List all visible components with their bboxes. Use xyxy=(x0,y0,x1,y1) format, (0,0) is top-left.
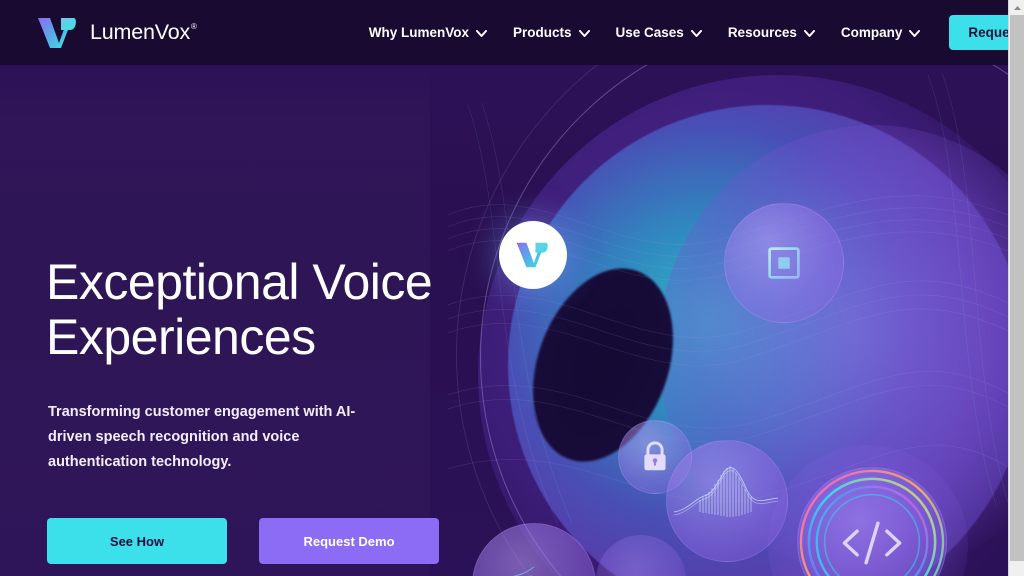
chevron-down-icon xyxy=(909,30,921,37)
top-navigation-bar: LumenVox® Why LumenVox Products Use Case… xyxy=(0,0,1008,65)
nav-item-use-cases[interactable]: Use Cases xyxy=(603,19,715,46)
hero-section: Exceptional Voice Experiences Transformi… xyxy=(0,65,1008,576)
vertical-scrollbar[interactable] xyxy=(1008,0,1024,576)
nav-item-label: Why LumenVox xyxy=(368,25,469,40)
chevron-down-icon xyxy=(690,30,702,37)
nav-item-label: Products xyxy=(512,25,572,40)
nav-item-label: Company xyxy=(840,25,903,40)
brand-trademark: ® xyxy=(191,21,197,31)
nav-links: Why LumenVox Products Use Cases Resource… xyxy=(356,15,1008,50)
scrollbar-thumb[interactable] xyxy=(1010,15,1024,561)
request-demo-button[interactable]: Request Demo xyxy=(259,518,439,564)
cpu-chip-icon xyxy=(761,240,807,286)
audio-waveform-icon xyxy=(667,441,787,561)
scroll-up-arrow-icon[interactable] xyxy=(1009,0,1024,15)
padlock-icon xyxy=(640,440,670,474)
nav-request-demo-button[interactable]: Request Demo xyxy=(949,15,1008,50)
brand-logo[interactable]: LumenVox® xyxy=(36,16,197,50)
hero-artwork xyxy=(448,65,1008,576)
page-title: Exceptional Voice Experiences xyxy=(46,254,433,365)
waveform-bubble[interactable] xyxy=(666,440,788,562)
hero-subheadline: Transforming customer engagement with AI… xyxy=(48,404,356,470)
lumenvox-logo-bubble[interactable] xyxy=(499,221,567,289)
nav-item-resources[interactable]: Resources xyxy=(715,19,828,46)
chip-bubble[interactable] xyxy=(724,203,844,323)
page-content: LumenVox® Why LumenVox Products Use Case… xyxy=(0,0,1008,576)
lumenvox-v-mark-icon xyxy=(36,16,80,50)
hero-cta-row: See How Request Demo xyxy=(47,518,439,564)
chevron-down-icon xyxy=(803,30,815,37)
chevron-down-icon xyxy=(578,30,590,37)
nav-item-label: Use Cases xyxy=(615,25,684,40)
chevron-down-icon xyxy=(475,30,487,37)
nav-item-why-lumenvox[interactable]: Why LumenVox xyxy=(356,19,500,46)
nav-item-products[interactable]: Products xyxy=(500,19,603,46)
nav-item-label: Resources xyxy=(727,25,797,40)
lumenvox-v-mark-icon xyxy=(515,241,551,269)
browser-viewport: LumenVox® Why LumenVox Products Use Case… xyxy=(0,0,1024,576)
brand-name-text: LumenVox xyxy=(90,20,191,44)
nav-item-company[interactable]: Company xyxy=(828,19,934,46)
see-how-button[interactable]: See How xyxy=(47,518,227,564)
brand-name: LumenVox® xyxy=(90,20,197,45)
